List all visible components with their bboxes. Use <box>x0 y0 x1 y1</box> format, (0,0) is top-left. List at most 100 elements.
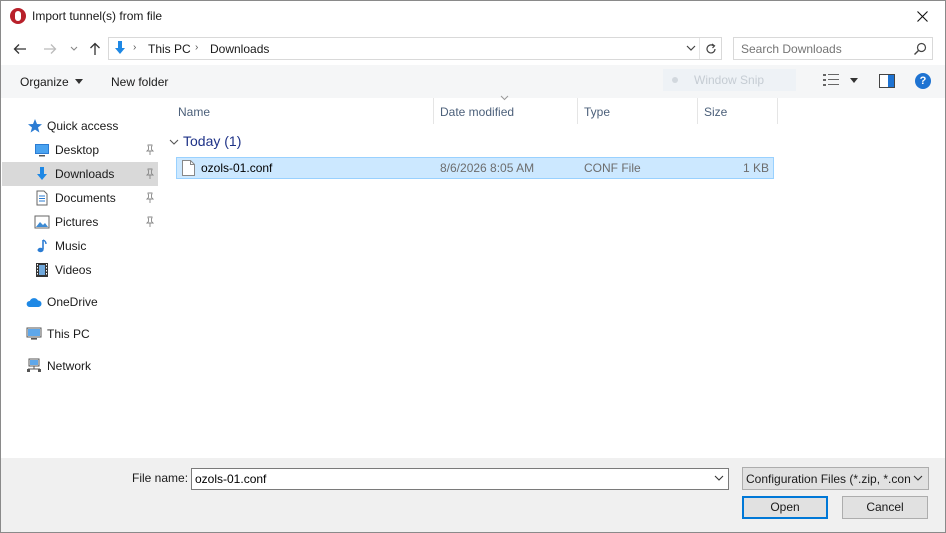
navigation-pane: Quick access Desktop Downloads Documents… <box>1 98 161 458</box>
sidebar-item-onedrive[interactable]: OneDrive <box>2 290 158 314</box>
file-name: ozols-01.conf <box>201 161 273 175</box>
breadcrumb-separator-icon: › <box>133 42 137 53</box>
search-box[interactable] <box>733 37 933 60</box>
sidebar-item-label: Videos <box>55 263 92 277</box>
breadcrumb-separator-icon: › <box>195 42 199 53</box>
sidebar-item-pictures[interactable]: Pictures <box>2 210 158 234</box>
sidebar-item-label: Music <box>55 239 87 253</box>
file-type-select[interactable]: Configuration Files (*.zip, *.con <box>742 467 929 490</box>
column-header-date-modified[interactable]: Date modified <box>434 98 578 124</box>
sidebar-item-label: Pictures <box>55 215 99 229</box>
group-header-today[interactable]: Today (1) <box>183 133 241 149</box>
download-arrow-icon <box>37 167 47 180</box>
file-name-input[interactable] <box>192 469 706 489</box>
sidebar-item-label: Downloads <box>55 167 115 181</box>
pin-icon[interactable] <box>144 192 156 204</box>
sidebar-item-network[interactable]: Network <box>2 354 158 378</box>
sidebar-item-documents[interactable]: Documents <box>2 186 158 210</box>
caret-down-icon <box>850 78 858 83</box>
document-icon <box>36 190 48 206</box>
column-header-size[interactable]: Size <box>698 98 778 124</box>
command-bar: Organize New folder Window Snip ? <box>1 65 945 98</box>
sidebar-item-music[interactable]: Music <box>2 234 158 258</box>
recent-locations-button[interactable] <box>65 40 83 58</box>
close-icon <box>916 11 928 22</box>
table-row[interactable]: ozols-01.conf 8/6/2026 8:05 AM CONF File… <box>176 157 774 179</box>
breadcrumb-this-pc[interactable]: This PC <box>148 42 191 56</box>
app-logo-icon <box>10 8 26 24</box>
back-button[interactable] <box>11 40 29 58</box>
file-name-combobox[interactable] <box>191 468 729 490</box>
sidebar-item-label: Desktop <box>55 143 100 157</box>
download-arrow-icon <box>112 40 128 59</box>
sidebar-item-label: Network <box>47 359 92 373</box>
chevron-down-icon <box>913 475 923 481</box>
sidebar-item-desktop[interactable]: Desktop <box>2 138 158 162</box>
star-icon <box>28 119 42 133</box>
pin-icon[interactable] <box>144 216 156 228</box>
arrow-left-icon <box>13 44 26 54</box>
breadcrumb-downloads[interactable]: Downloads <box>210 42 269 56</box>
search-input[interactable] <box>734 38 910 59</box>
refresh-button[interactable] <box>699 38 721 59</box>
column-header-type[interactable]: Type <box>578 98 698 124</box>
picture-icon <box>34 215 50 229</box>
pin-icon[interactable] <box>144 144 156 156</box>
music-note-icon <box>37 239 47 253</box>
up-button[interactable] <box>86 40 104 58</box>
window-title: Import tunnel(s) from file <box>32 9 163 23</box>
organize-button[interactable]: Organize <box>20 75 84 89</box>
sidebar-item-videos[interactable]: Videos <box>2 258 158 282</box>
file-list: Name Date modified Type Size Today (1) o… <box>161 95 945 458</box>
file-name-label: File name: <box>132 471 189 485</box>
network-icon <box>27 358 41 372</box>
arrow-right-icon <box>44 44 57 54</box>
question-mark-icon: ? <box>919 75 927 87</box>
import-file-dialog: Import tunnel(s) from file › This PC › D… <box>0 0 946 533</box>
details-view-icon <box>823 74 839 86</box>
open-button[interactable]: Open <box>742 496 828 519</box>
new-folder-button[interactable]: New folder <box>111 75 168 89</box>
search-icon[interactable] <box>913 42 927 59</box>
sidebar-item-label: OneDrive <box>47 295 98 309</box>
desktop-icon <box>35 144 49 157</box>
address-history-dropdown[interactable] <box>685 42 697 54</box>
cloud-icon <box>26 298 42 307</box>
forward-button[interactable] <box>41 40 59 58</box>
change-view-button[interactable] <box>823 73 859 89</box>
sort-indicator-icon <box>500 95 509 101</box>
file-icon <box>182 160 195 176</box>
arrow-up-icon <box>90 42 100 55</box>
sidebar-item-this-pc[interactable]: This PC <box>2 322 158 346</box>
refresh-icon <box>705 43 716 53</box>
film-icon <box>36 263 48 277</box>
title-bar: Import tunnel(s) from file <box>1 1 945 32</box>
window-snip-overlay: Window Snip <box>663 69 796 91</box>
file-type: CONF File <box>584 161 641 175</box>
column-header-name[interactable]: Name <box>172 98 434 124</box>
chevron-down-icon[interactable] <box>714 474 724 482</box>
close-button[interactable] <box>899 1 945 32</box>
chevron-down-icon[interactable] <box>169 139 179 146</box>
preview-pane-icon <box>879 74 895 88</box>
cancel-button[interactable]: Cancel <box>842 496 928 519</box>
chevron-down-icon <box>686 45 696 51</box>
caret-down-icon <box>75 79 84 84</box>
help-button[interactable]: ? <box>915 73 931 89</box>
file-size: 1 KB <box>742 161 769 175</box>
sidebar-item-downloads[interactable]: Downloads <box>2 162 158 186</box>
address-bar[interactable]: › This PC › Downloads <box>108 37 722 60</box>
file-date-modified: 8/6/2026 8:05 AM <box>440 161 535 175</box>
pin-icon[interactable] <box>144 168 156 180</box>
sidebar-item-label: This PC <box>47 327 90 341</box>
sidebar-item-label: Documents <box>55 191 116 205</box>
chevron-down-icon <box>70 46 78 51</box>
address-row: › This PC › Downloads <box>1 32 945 65</box>
computer-icon <box>26 327 42 340</box>
sidebar-item-label: Quick access <box>47 119 119 133</box>
dialog-footer: File name: Configuration Files (*.zip, *… <box>1 458 945 532</box>
sidebar-item-quick-access[interactable]: Quick access <box>2 114 158 138</box>
organize-label: Organize <box>20 75 69 89</box>
preview-pane-button[interactable] <box>879 74 895 88</box>
file-type-value: Configuration Files (*.zip, *.con <box>746 472 911 486</box>
